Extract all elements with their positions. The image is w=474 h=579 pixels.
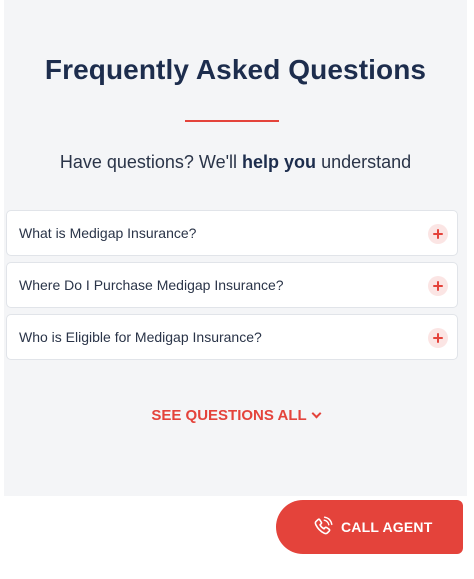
subtitle-text-bold: help you bbox=[242, 152, 317, 172]
see-all-questions-link[interactable]: SEE QUESTIONS ALL bbox=[4, 407, 467, 424]
faq-item-where-purchase[interactable]: Where Do I Purchase Medigap Insurance? bbox=[6, 262, 458, 308]
call-agent-label: CALL AGENT bbox=[341, 519, 433, 535]
title-divider bbox=[185, 120, 279, 122]
faq-question: Who is Eligible for Medigap Insurance? bbox=[19, 329, 262, 345]
plus-icon[interactable] bbox=[428, 276, 448, 296]
call-agent-button[interactable]: CALL AGENT bbox=[276, 500, 463, 554]
chevron-down-icon bbox=[311, 408, 322, 419]
faq-item-what-is-medigap[interactable]: What is Medigap Insurance? bbox=[6, 210, 458, 256]
page: Frequently Asked Questions Have question… bbox=[0, 0, 474, 579]
subtitle-text-after: understand bbox=[316, 152, 412, 172]
plus-icon[interactable] bbox=[428, 328, 448, 348]
faq-item-who-eligible[interactable]: Who is Eligible for Medigap Insurance? bbox=[6, 314, 458, 360]
faq-subtitle: Have questions? We'll help you understan… bbox=[4, 152, 467, 173]
faq-section: Frequently Asked Questions Have question… bbox=[4, 0, 467, 496]
faq-question: Where Do I Purchase Medigap Insurance? bbox=[19, 277, 284, 293]
faq-title: Frequently Asked Questions bbox=[44, 54, 427, 85]
plus-icon[interactable] bbox=[428, 224, 448, 244]
subtitle-text-before: Have questions? We'll bbox=[59, 152, 243, 172]
phone-icon bbox=[314, 516, 333, 535]
see-all-label: SEE QUESTIONS ALL bbox=[151, 407, 307, 424]
faq-question: What is Medigap Insurance? bbox=[19, 225, 197, 241]
faq-list: What is Medigap Insurance? Where Do I Pu… bbox=[6, 210, 458, 366]
